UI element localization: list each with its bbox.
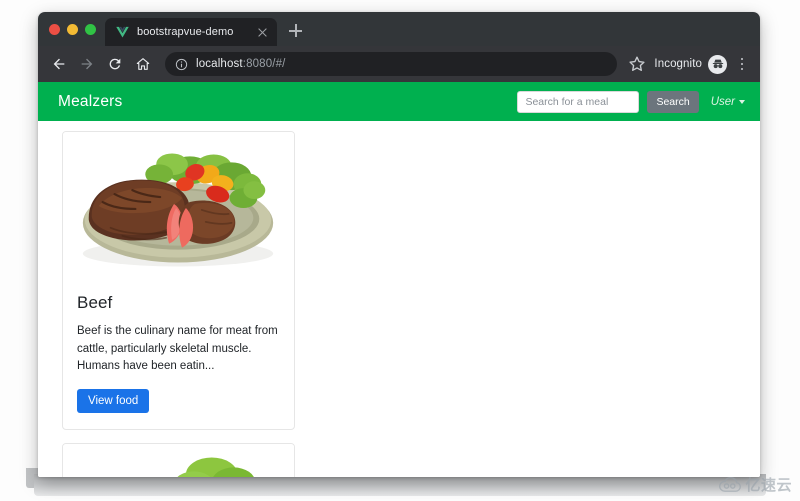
home-icon xyxy=(136,58,150,70)
window-backdrop xyxy=(34,474,766,496)
window-minimize-button[interactable] xyxy=(67,24,78,35)
browser-tab[interactable]: bootstrapvue-demo xyxy=(105,18,277,46)
browser-window: bootstrapvue-demo localhost:8080/#/ Inco… xyxy=(38,12,760,477)
forward-button[interactable] xyxy=(74,51,100,77)
back-arrow-icon xyxy=(53,58,65,70)
vue-logo-icon xyxy=(116,26,129,37)
watermark: 亿速云 xyxy=(719,474,792,495)
meal-card[interactable]: Chicken xyxy=(62,443,295,477)
new-tab-button[interactable] xyxy=(283,18,309,44)
window-close-button[interactable] xyxy=(49,24,60,35)
address-bar[interactable]: localhost:8080/#/ xyxy=(165,52,618,76)
search-input[interactable] xyxy=(517,90,640,113)
app-navbar: Mealzers Search User xyxy=(38,82,760,121)
tab-close-icon[interactable] xyxy=(255,25,270,40)
page-viewport: Mealzers Search User xyxy=(38,82,760,477)
address-bar-url: localhost:8080/#/ xyxy=(196,58,286,70)
tab-title: bootstrapvue-demo xyxy=(137,26,234,38)
forward-arrow-icon xyxy=(81,58,93,70)
url-host: localhost xyxy=(196,58,243,70)
url-path: :8080/#/ xyxy=(242,58,286,70)
reload-icon xyxy=(109,58,121,70)
chevron-down-icon xyxy=(739,99,745,104)
raw-chicken-image xyxy=(63,444,294,477)
search-button[interactable]: Search xyxy=(647,90,699,113)
bookmark-button[interactable] xyxy=(626,53,648,75)
meal-card-description: Beef is the culinary name for meat from … xyxy=(77,325,278,373)
browser-menu-button[interactable] xyxy=(732,53,752,75)
meal-card-title: Beef xyxy=(77,293,113,312)
meal-card[interactable]: Beef Beef is the culinary name for meat … xyxy=(62,131,295,431)
incognito-icon xyxy=(712,59,723,69)
browser-toolbar: localhost:8080/#/ Incognito xyxy=(38,46,760,82)
view-food-button[interactable]: View food xyxy=(77,389,150,414)
cloud-icon xyxy=(719,476,742,492)
tab-strip: bootstrapvue-demo xyxy=(38,12,760,46)
user-dropdown[interactable]: User xyxy=(707,96,745,108)
meal-card-list: Beef Beef is the culinary name for meat … xyxy=(38,121,760,477)
incognito-badge xyxy=(708,54,727,74)
menu-dot xyxy=(740,67,744,71)
beef-steak-plate-image xyxy=(63,132,294,279)
window-maximize-button[interactable] xyxy=(85,24,96,35)
meal-card-body: Beef Beef is the culinary name for meat … xyxy=(63,279,294,429)
reload-button[interactable] xyxy=(102,51,128,77)
back-button[interactable] xyxy=(46,51,72,77)
menu-dot xyxy=(740,62,744,66)
star-icon xyxy=(629,56,645,72)
user-dropdown-label: User xyxy=(710,95,735,108)
info-icon xyxy=(175,58,188,70)
watermark-text: 亿速云 xyxy=(745,476,792,494)
incognito-indicator[interactable]: Incognito xyxy=(652,54,727,74)
screenshot-root: bootstrapvue-demo localhost:8080/#/ Inco… xyxy=(0,0,800,501)
navbar-right-group: Search User xyxy=(517,90,745,113)
app-brand[interactable]: Mealzers xyxy=(58,93,122,111)
menu-dot xyxy=(740,57,744,61)
window-controls xyxy=(38,24,105,46)
home-button[interactable] xyxy=(130,51,156,77)
incognito-label: Incognito xyxy=(654,58,702,70)
